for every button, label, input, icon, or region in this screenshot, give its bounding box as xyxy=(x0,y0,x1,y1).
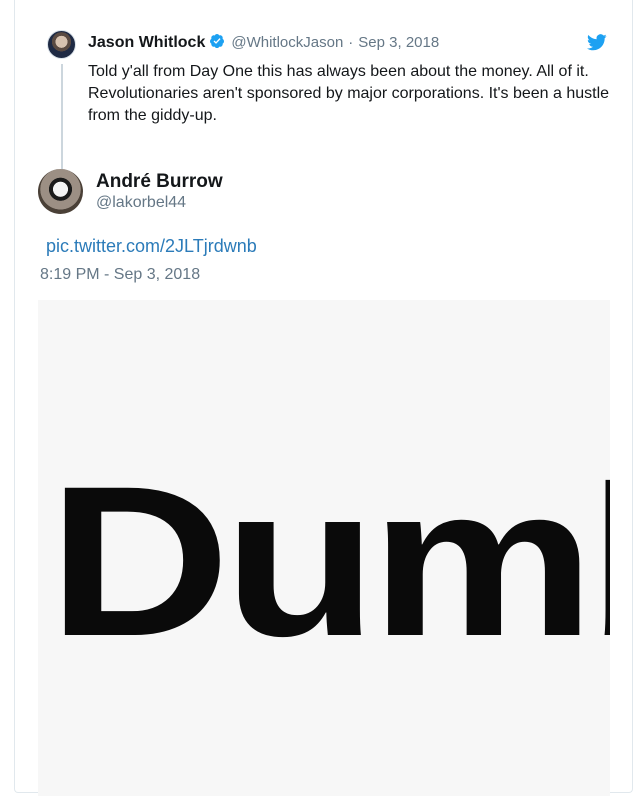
author-avatar[interactable] xyxy=(38,169,83,214)
tweet-media-image[interactable]: Dumb xyxy=(38,300,610,796)
author-name[interactable]: André Burrow xyxy=(96,171,223,193)
media-link[interactable]: pic.twitter.com/2JLTjrdwnb xyxy=(46,236,257,257)
quoted-author-name[interactable]: Jason Whitlock xyxy=(88,34,205,51)
quoted-tweet-text: Told y'all from Day One this has always … xyxy=(88,63,614,124)
twitter-bird-icon[interactable] xyxy=(587,34,607,56)
author-handle[interactable]: @lakorbel44 xyxy=(96,194,186,212)
header-separator: · xyxy=(348,34,354,51)
media-image-text: Dumb xyxy=(48,442,610,681)
quoted-author-handle[interactable]: @WhitlockJason xyxy=(231,34,343,51)
thread-connector-line xyxy=(61,64,63,170)
quoted-tweet-date[interactable]: Sep 3, 2018 xyxy=(358,34,439,51)
verified-badge-icon xyxy=(209,33,225,55)
quoted-tweet-header: Jason Whitlock @WhitlockJason · Sep 3, 2018 xyxy=(88,33,439,55)
tweet-timestamp[interactable]: 8:19 PM - Sep 3, 2018 xyxy=(40,266,200,284)
quoted-author-avatar[interactable] xyxy=(47,30,76,59)
